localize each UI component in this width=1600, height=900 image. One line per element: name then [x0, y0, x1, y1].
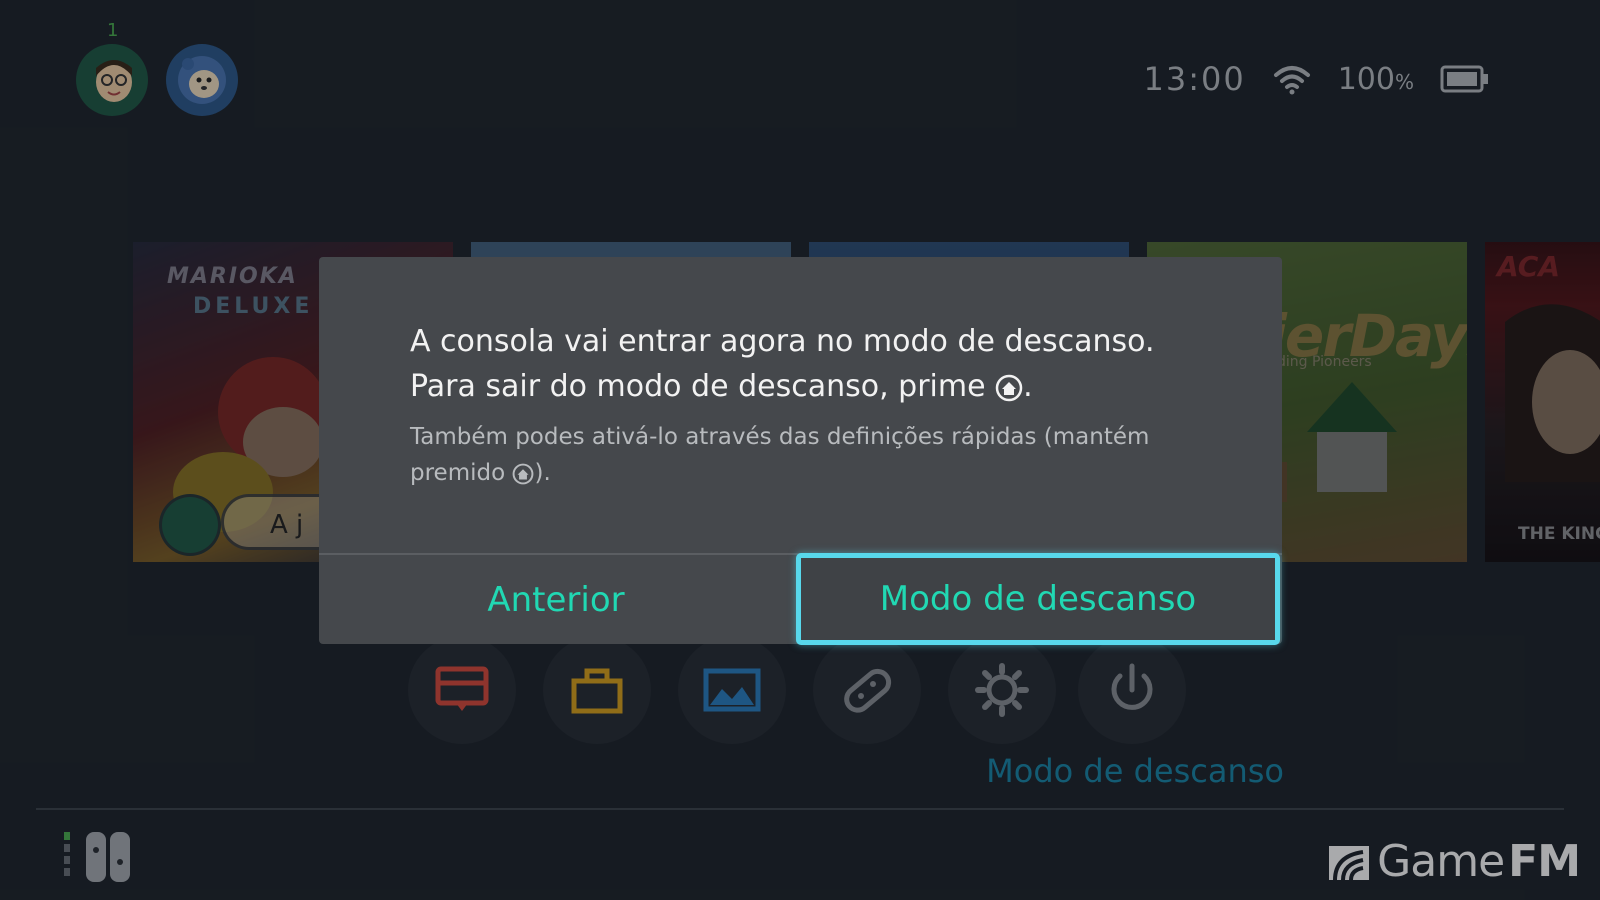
dialog-body: A consola vai entrar agora no modo de de…	[410, 319, 1210, 491]
dialog-line-2-prefix: Para sair do modo de descanso, prime	[410, 369, 996, 404]
sleep-mode-button[interactable]: Modo de descanso	[796, 553, 1280, 645]
home-button-icon	[995, 374, 1023, 401]
previous-button[interactable]: Anterior	[319, 555, 793, 644]
dialog-hint: Também podes ativá-lo através das defini…	[410, 419, 1210, 491]
sleep-mode-dialog: A consola vai entrar agora no modo de de…	[319, 257, 1282, 645]
dialog-line-1: A consola vai entrar agora no modo de de…	[410, 324, 1155, 359]
dialog-message: A consola vai entrar agora no modo de de…	[410, 319, 1210, 409]
dialog-line-2-suffix: .	[1023, 369, 1033, 404]
home-button-icon	[513, 463, 534, 484]
dialog-hint-suffix: ).	[534, 460, 551, 486]
